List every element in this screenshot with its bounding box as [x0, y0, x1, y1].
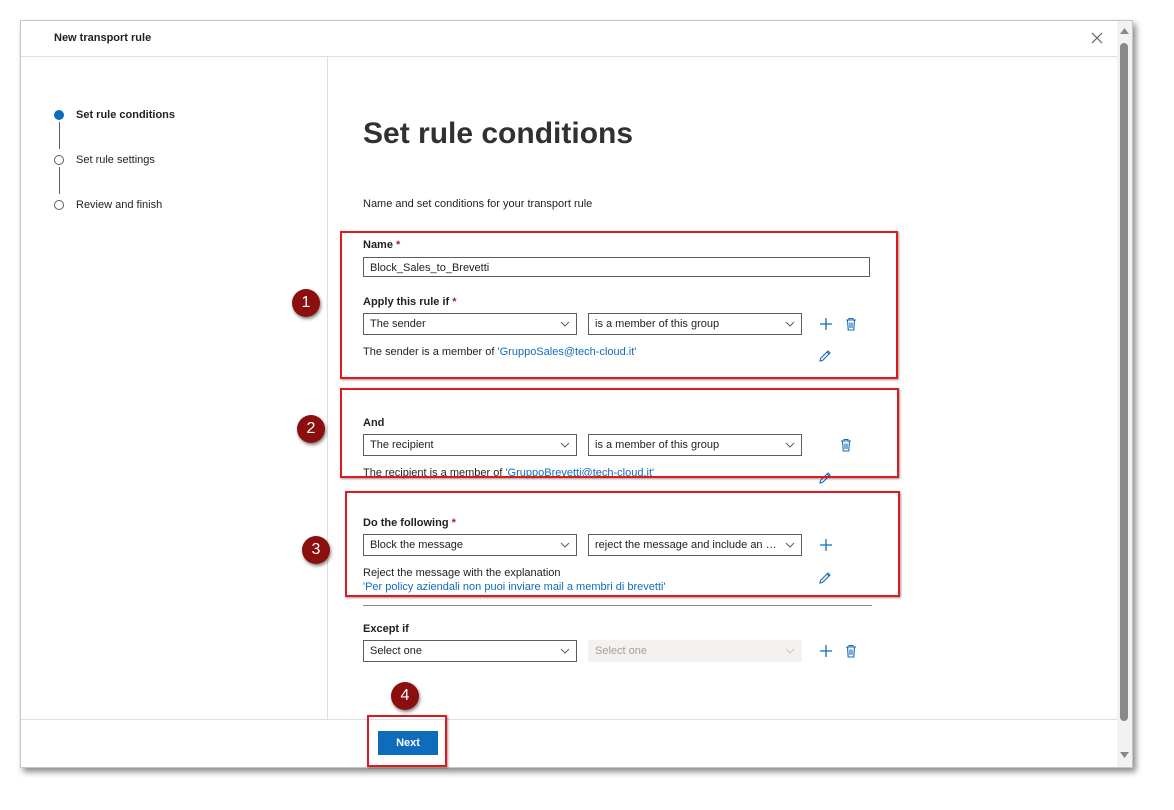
- chevron-down-icon: [785, 648, 795, 654]
- dialog-title: New transport rule: [54, 32, 152, 44]
- close-icon[interactable]: [1089, 30, 1105, 46]
- dropdown-value: Select one: [370, 645, 422, 657]
- step-pending-icon: [54, 155, 64, 165]
- annotation-badge-1: 1: [292, 289, 320, 317]
- annotation-box-3: [345, 491, 900, 597]
- page-subtitle: Name and set conditions for your transpo…: [363, 198, 593, 210]
- chevron-down-icon: [560, 648, 570, 654]
- scrollbar-thumb[interactable]: [1120, 43, 1128, 721]
- step-label: Review and finish: [76, 199, 163, 211]
- add-icon[interactable]: [818, 643, 834, 659]
- step-label: Set rule conditions: [76, 109, 176, 121]
- annotation-box-4: [367, 715, 447, 767]
- scroll-down-arrow-icon[interactable]: [1119, 751, 1130, 759]
- annotation-badge-2: 2: [297, 415, 325, 443]
- except-if-label: Except if: [363, 623, 409, 635]
- dialog-header: New transport rule: [21, 21, 1117, 57]
- delete-icon[interactable]: [843, 643, 859, 659]
- dropdown-value: Select one: [595, 645, 647, 657]
- annotation-badge-4: 4: [391, 682, 419, 710]
- wizard-steps-pane: Set rule conditions Set rule settings Re…: [21, 57, 328, 719]
- vertical-scrollbar[interactable]: [1117, 21, 1132, 767]
- step-pending-icon: [54, 200, 64, 210]
- except-operator-dropdown: Select one: [588, 640, 802, 662]
- step-current-icon: [54, 110, 64, 120]
- section-divider: [363, 605, 872, 606]
- step-connector: [59, 167, 60, 194]
- annotation-badge-3: 3: [302, 536, 330, 564]
- page-title: Set rule conditions: [363, 117, 634, 150]
- annotation-box-2: [340, 388, 899, 478]
- annotation-box-1: [340, 231, 898, 379]
- except-condition-dropdown[interactable]: Select one: [363, 640, 577, 662]
- dialog-footer: Next: [21, 719, 1117, 768]
- step-connector: [59, 122, 60, 149]
- scroll-up-arrow-icon[interactable]: [1119, 27, 1130, 35]
- step-label: Set rule settings: [76, 154, 155, 166]
